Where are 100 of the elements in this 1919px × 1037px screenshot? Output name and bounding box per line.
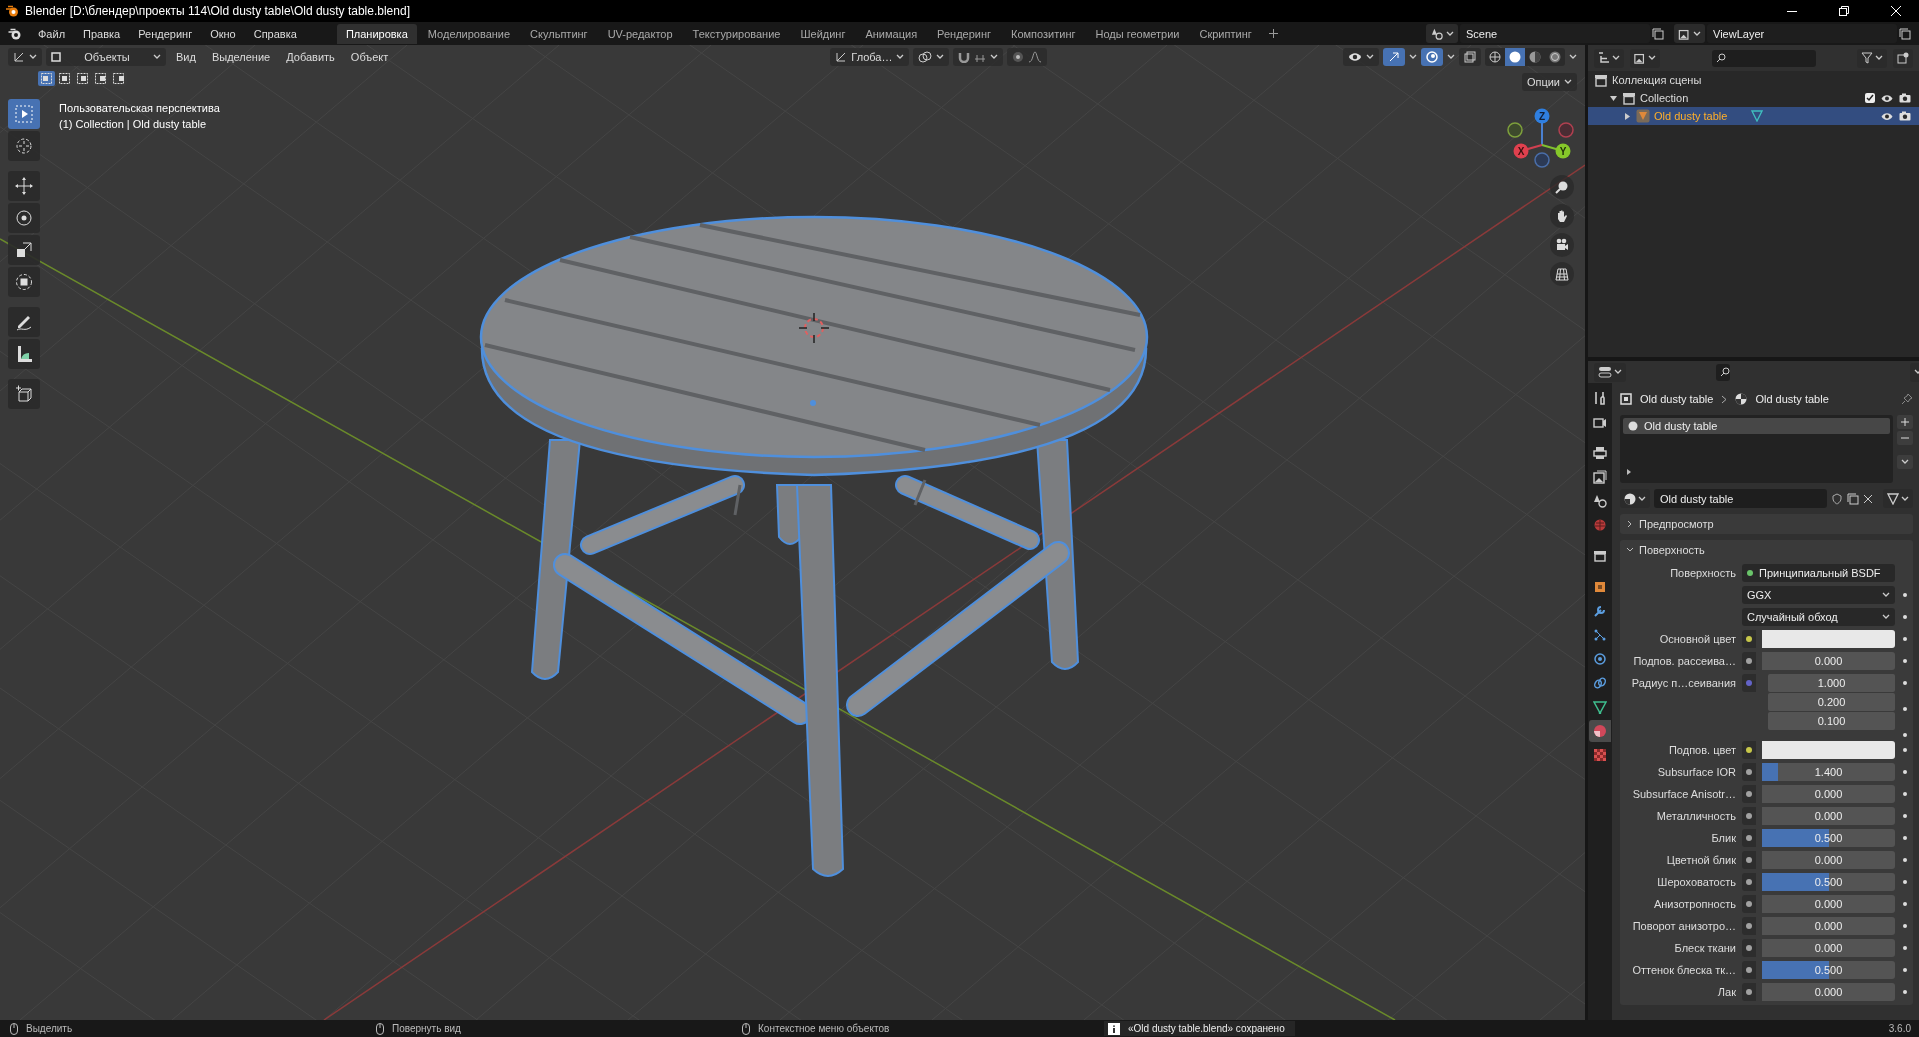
- filter-button[interactable]: [1857, 48, 1887, 68]
- pin-icon[interactable]: [1901, 393, 1913, 405]
- socket-button[interactable]: [1742, 851, 1756, 869]
- socket-button[interactable]: [1742, 785, 1756, 803]
- workspace-tab[interactable]: Ноды геометрии: [1086, 23, 1189, 44]
- eye-icon[interactable]: [1881, 111, 1893, 121]
- keyframe-dot[interactable]: [1903, 748, 1907, 752]
- view-layer-name-field[interactable]: ViewLayer: [1707, 24, 1897, 43]
- shield-icon[interactable]: [1831, 492, 1843, 505]
- copy-icon[interactable]: [1652, 27, 1664, 40]
- menu-item[interactable]: Объект: [344, 49, 395, 65]
- mode-dropdown[interactable]: Объекты: [46, 48, 166, 66]
- workspace-tab[interactable]: Скриптинг: [1190, 23, 1261, 44]
- number-field[interactable]: 0.000: [1762, 652, 1895, 670]
- keyframe-dot[interactable]: [1903, 924, 1907, 928]
- tool-button[interactable]: [8, 171, 40, 201]
- view-layer-selector-button[interactable]: [1674, 24, 1705, 43]
- outliner-row[interactable]: Old dusty table: [1588, 107, 1919, 125]
- number-field[interactable]: 1.000: [1768, 674, 1895, 692]
- material-slot[interactable]: Old dusty table: [1623, 418, 1890, 434]
- tool-button[interactable]: [8, 235, 40, 265]
- socket-button[interactable]: [1742, 652, 1756, 670]
- gizmo-toggle-button[interactable]: [1383, 48, 1405, 66]
- keyframe-dot[interactable]: [1903, 733, 1907, 737]
- number-field[interactable]: 0.000: [1762, 895, 1895, 913]
- scene-selector-button[interactable]: [1426, 24, 1458, 43]
- display-mode-button[interactable]: [1594, 48, 1624, 68]
- shading-mode-button[interactable]: [1505, 48, 1525, 66]
- socket-button[interactable]: [1742, 763, 1756, 781]
- workspace-tab[interactable]: Планировка: [336, 23, 417, 44]
- keyframe-dot[interactable]: [1903, 659, 1907, 663]
- new-collection-button[interactable]: [1893, 48, 1913, 68]
- menu-item[interactable]: Правка: [75, 24, 129, 43]
- workspace-tab[interactable]: UV-редактор: [598, 23, 682, 44]
- selection-mode-button[interactable]: [110, 71, 127, 86]
- menu-item[interactable]: Файл: [30, 24, 74, 43]
- socket-button[interactable]: [1742, 873, 1756, 891]
- tool-button[interactable]: [8, 267, 40, 297]
- color-swatch[interactable]: [1762, 630, 1895, 648]
- options-dropdown[interactable]: Опции: [1521, 73, 1577, 91]
- keyframe-dot[interactable]: [1903, 902, 1907, 906]
- remove-slot-button[interactable]: [1897, 431, 1913, 445]
- link-mode-button[interactable]: [1883, 489, 1913, 508]
- panel-header[interactable]: Поверхность: [1620, 540, 1913, 560]
- dropdown[interactable]: Случайный обход: [1742, 608, 1895, 626]
- checkbox[interactable]: [1865, 93, 1875, 103]
- tool-button[interactable]: [8, 339, 40, 369]
- tool-button[interactable]: [8, 203, 40, 233]
- editor-type-button[interactable]: [1594, 362, 1626, 382]
- navigation-gizmo[interactable]: Z X Y: [1507, 108, 1574, 168]
- search-field[interactable]: [1716, 363, 1730, 381]
- workspace-tab[interactable]: Анимация: [856, 23, 927, 44]
- selection-mode-button[interactable]: [56, 71, 73, 86]
- outliner-row[interactable]: Collection: [1588, 89, 1919, 107]
- menu-item[interactable]: Справка: [245, 24, 305, 43]
- proportional-edit-button[interactable]: [1007, 48, 1048, 66]
- socket-button[interactable]: [1742, 741, 1756, 759]
- number-field[interactable]: 0.000: [1762, 785, 1895, 803]
- keyframe-dot[interactable]: [1903, 637, 1907, 641]
- keyframe-dot[interactable]: [1903, 681, 1907, 685]
- selection-mode-button[interactable]: [74, 71, 91, 86]
- keyframe-dot[interactable]: [1903, 858, 1907, 862]
- orientation-dropdown[interactable]: Глоба…: [830, 48, 910, 66]
- add-icon[interactable]: [1268, 29, 1278, 38]
- tool-button[interactable]: [8, 307, 40, 337]
- eye-icon[interactable]: [1881, 93, 1893, 103]
- workspace-tab[interactable]: Рендеринг: [928, 23, 1001, 44]
- menu-item[interactable]: Вид: [170, 49, 202, 65]
- keyframe-dot[interactable]: [1903, 770, 1907, 774]
- keyframe-dot[interactable]: [1903, 968, 1907, 972]
- dropdown[interactable]: GGX: [1742, 586, 1895, 604]
- socket-button[interactable]: [1742, 630, 1756, 648]
- xray-button[interactable]: [1459, 48, 1481, 66]
- browse-material-button[interactable]: [1620, 489, 1650, 508]
- workspace-tab[interactable]: Текстурирование: [683, 23, 790, 44]
- socket-button[interactable]: [1742, 983, 1756, 1001]
- keyframe-dot[interactable]: [1903, 593, 1907, 597]
- disclosure-chevron-icon[interactable]: [1626, 546, 1634, 554]
- selection-mode-button[interactable]: [38, 71, 55, 86]
- keyframe-dot[interactable]: [1903, 990, 1907, 994]
- add-slot-button[interactable]: [1897, 415, 1913, 429]
- pivot-button[interactable]: [913, 48, 950, 66]
- outliner-row[interactable]: Коллекция сцены: [1588, 71, 1919, 89]
- menu-item[interactable]: Добавить: [280, 49, 341, 65]
- keyframe-dot[interactable]: [1903, 836, 1907, 840]
- keyframe-dot[interactable]: [1903, 946, 1907, 950]
- panel-header[interactable]: Предпросмотр: [1620, 514, 1913, 534]
- color-swatch[interactable]: [1762, 741, 1895, 759]
- keyframe-dot[interactable]: [1903, 814, 1907, 818]
- copy-icon[interactable]: [1899, 27, 1911, 40]
- number-field[interactable]: 0.500: [1762, 873, 1895, 891]
- number-field[interactable]: 0.000: [1762, 807, 1895, 825]
- filter-mode-button[interactable]: [1630, 48, 1660, 68]
- slot-menu-button[interactable]: [1897, 455, 1913, 469]
- number-field[interactable]: 0.000: [1762, 983, 1895, 1001]
- workspace-tab[interactable]: Шейдинг: [791, 23, 855, 44]
- search-field[interactable]: [1712, 49, 1816, 67]
- properties-tab[interactable]: [1589, 720, 1611, 742]
- disclosure-chevron-icon[interactable]: [1626, 520, 1634, 528]
- number-field[interactable]: 0.000: [1762, 851, 1895, 869]
